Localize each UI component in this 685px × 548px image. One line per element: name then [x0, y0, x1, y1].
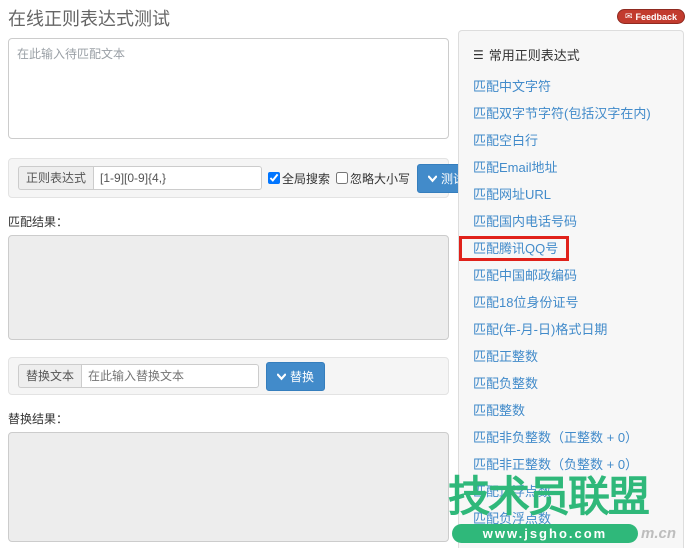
sidebar-item-8[interactable]: 匹配18位身份证号 — [473, 289, 683, 316]
sidebar-item-3[interactable]: 匹配Email地址 — [473, 154, 683, 181]
feedback-button[interactable]: ✉ Feedback — [617, 9, 685, 24]
chevron-down-icon — [428, 174, 437, 183]
sidebar-item-2[interactable]: 匹配空白行 — [473, 127, 683, 154]
sidebar-item-16[interactable]: 匹配负浮点数 — [473, 505, 683, 532]
page-title: 在线正则表达式测试 — [8, 5, 449, 31]
replace-button[interactable]: 替换 — [266, 362, 325, 391]
replace-button-label: 替换 — [290, 368, 314, 385]
replace-result-box — [8, 432, 449, 542]
replace-label: 替换文本 — [18, 364, 81, 388]
sidebar-header-label: 常用正则表达式 — [489, 45, 580, 64]
sidebar-item-12[interactable]: 匹配整数 — [473, 397, 683, 424]
match-result-label: 匹配结果： — [8, 213, 449, 230]
sidebar-item-13[interactable]: 匹配非负整数（正整数 + 0） — [473, 424, 683, 451]
replace-text-input[interactable] — [81, 364, 259, 388]
main-content: 在线正则表达式测试 正则表达式 全局搜索 忽略大小写 测试匹配 匹配结果： 替换… — [8, 0, 449, 542]
global-search-checkbox[interactable] — [268, 172, 280, 184]
match-text-input[interactable] — [8, 38, 449, 139]
list-icon: ☰ — [473, 49, 484, 61]
regex-input[interactable] — [93, 166, 262, 190]
highlight-red-box — [459, 236, 569, 261]
sidebar-item-10[interactable]: 匹配正整数 — [473, 343, 683, 370]
ignore-case-option[interactable]: 忽略大小写 — [336, 170, 410, 187]
ignore-case-label: 忽略大小写 — [350, 170, 410, 187]
sidebar-item-0[interactable]: 匹配中文字符 — [473, 73, 683, 100]
replace-form-panel: 替换文本 替换 — [8, 357, 449, 395]
feedback-label: Feedback — [636, 12, 678, 22]
replace-result-label: 替换结果： — [8, 410, 449, 427]
global-search-label: 全局搜索 — [282, 170, 330, 187]
sidebar-item-14[interactable]: 匹配非正整数（负整数 + 0） — [473, 451, 683, 478]
sidebar-item-6[interactable]: 匹配腾讯QQ号 — [473, 235, 683, 262]
sidebar-item-11[interactable]: 匹配负整数 — [473, 370, 683, 397]
ignore-case-checkbox[interactable] — [336, 172, 348, 184]
regex-label: 正则表达式 — [18, 166, 93, 190]
common-regex-sidebar: ☰ 常用正则表达式 匹配中文字符匹配双字节字符(包括汉字在内)匹配空白行匹配Em… — [458, 30, 684, 548]
envelope-icon: ✉ — [625, 12, 633, 21]
sidebar-item-5[interactable]: 匹配国内电话号码 — [473, 208, 683, 235]
regex-pattern-list: 匹配中文字符匹配双字节字符(包括汉字在内)匹配空白行匹配Email地址匹配网址U… — [473, 73, 683, 532]
sidebar-item-9[interactable]: 匹配(年-月-日)格式日期 — [473, 316, 683, 343]
global-search-option[interactable]: 全局搜索 — [268, 170, 330, 187]
sidebar-item-1[interactable]: 匹配双字节字符(包括汉字在内) — [473, 100, 683, 127]
regex-form-panel: 正则表达式 全局搜索 忽略大小写 测试匹配 — [8, 158, 449, 198]
sidebar-header: ☰ 常用正则表达式 — [473, 45, 683, 64]
sidebar-item-7[interactable]: 匹配中国邮政编码 — [473, 262, 683, 289]
sidebar-item-4[interactable]: 匹配网址URL — [473, 181, 683, 208]
match-result-box — [8, 235, 449, 340]
sidebar-item-15[interactable]: 匹配正浮点数 — [473, 478, 683, 505]
chevron-down-icon — [277, 372, 286, 381]
